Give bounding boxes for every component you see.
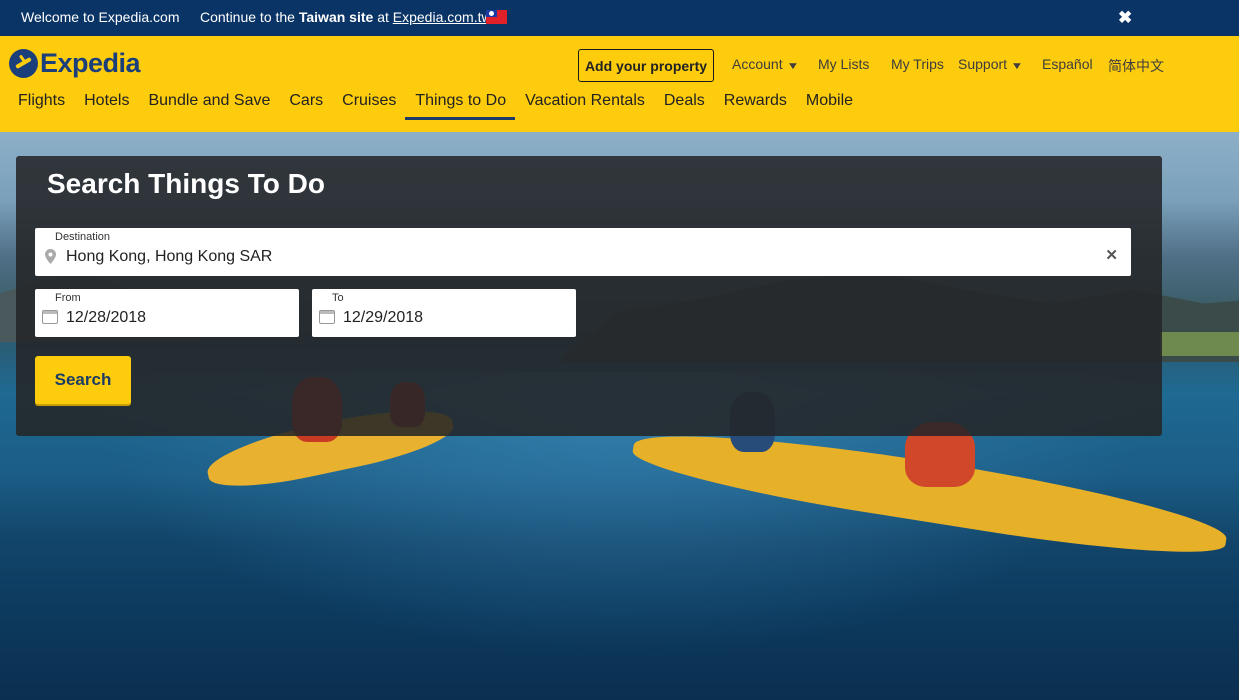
nav-vacation-rentals[interactable]: Vacation Rentals: [525, 92, 645, 118]
chinese-link[interactable]: 简体中文: [1108, 56, 1164, 76]
to-date-input[interactable]: 12/29/2018: [343, 309, 423, 327]
from-date-field[interactable]: From 12/28/2018: [35, 289, 299, 337]
support-label: Support: [958, 56, 1008, 72]
continue-mid: at: [377, 9, 389, 25]
chevron-down-icon: ▼: [1010, 61, 1024, 72]
destination-input[interactable]: Hong Kong, Hong Kong SAR: [66, 248, 272, 266]
destination-field[interactable]: Destination Hong Kong, Hong Kong SAR ✕: [35, 228, 1131, 276]
expedia-plane-icon: [9, 49, 38, 78]
from-label: From: [55, 292, 81, 304]
taiwan-site-banner: Welcome to Expedia.com Continue to the T…: [0, 0, 1239, 36]
nav-flights[interactable]: Flights: [18, 92, 65, 118]
nav-deals[interactable]: Deals: [664, 92, 705, 118]
nav-mobile[interactable]: Mobile: [806, 92, 853, 118]
search-title: Search Things To Do: [47, 168, 325, 199]
taiwan-flag-icon: [486, 10, 507, 24]
continue-prefix: Continue to the: [200, 9, 295, 25]
nav-bundle-and-save[interactable]: Bundle and Save: [148, 92, 270, 118]
my-trips-link[interactable]: My Trips: [891, 56, 944, 72]
nav-hotels[interactable]: Hotels: [84, 92, 129, 118]
account-label: Account: [732, 56, 783, 72]
shoreline: [1160, 332, 1239, 356]
support-menu[interactable]: Support ▼: [958, 56, 1024, 72]
destination-label: Destination: [55, 231, 111, 243]
from-date-input[interactable]: 12/28/2018: [66, 309, 146, 327]
expedia-logo[interactable]: Expedia: [9, 48, 141, 79]
nav-cruises[interactable]: Cruises: [342, 92, 396, 118]
welcome-text: Welcome to Expedia.com: [21, 9, 180, 25]
nav-rewards[interactable]: Rewards: [724, 92, 787, 118]
search-button[interactable]: Search: [35, 356, 131, 404]
continue-site-name: Taiwan site: [298, 9, 374, 25]
calendar-icon: [319, 310, 335, 324]
calendar-icon: [42, 310, 58, 324]
logo-text: Expedia: [40, 48, 141, 78]
to-date-field[interactable]: To 12/29/2018: [312, 289, 576, 337]
clear-destination-icon[interactable]: ✕: [1105, 246, 1118, 264]
my-lists-link[interactable]: My Lists: [818, 56, 869, 72]
continue-text: Continue to the Taiwan site at Expedia.c…: [200, 9, 492, 25]
espanol-link[interactable]: Español: [1042, 56, 1093, 72]
chevron-down-icon: ▼: [786, 61, 799, 72]
close-banner-button[interactable]: ✖: [1118, 8, 1132, 28]
add-property-button[interactable]: Add your property: [578, 49, 714, 82]
site-header: Expedia Add your property Account ▼ My Li…: [0, 36, 1239, 132]
main-nav: Flights Hotels Bundle and Save Cars Crui…: [18, 92, 872, 120]
nav-cars[interactable]: Cars: [289, 92, 323, 118]
hero-image-kayakers: Search Things To Do Destination Hong Kon…: [0, 132, 1239, 700]
taiwan-site-link[interactable]: Expedia.com.tw: [393, 9, 492, 25]
location-pin-icon: [45, 249, 56, 264]
account-menu[interactable]: Account ▼: [732, 56, 799, 72]
to-label: To: [332, 292, 344, 304]
search-panel: Search Things To Do Destination Hong Kon…: [16, 156, 1162, 436]
nav-things-to-do[interactable]: Things to Do: [405, 92, 515, 120]
